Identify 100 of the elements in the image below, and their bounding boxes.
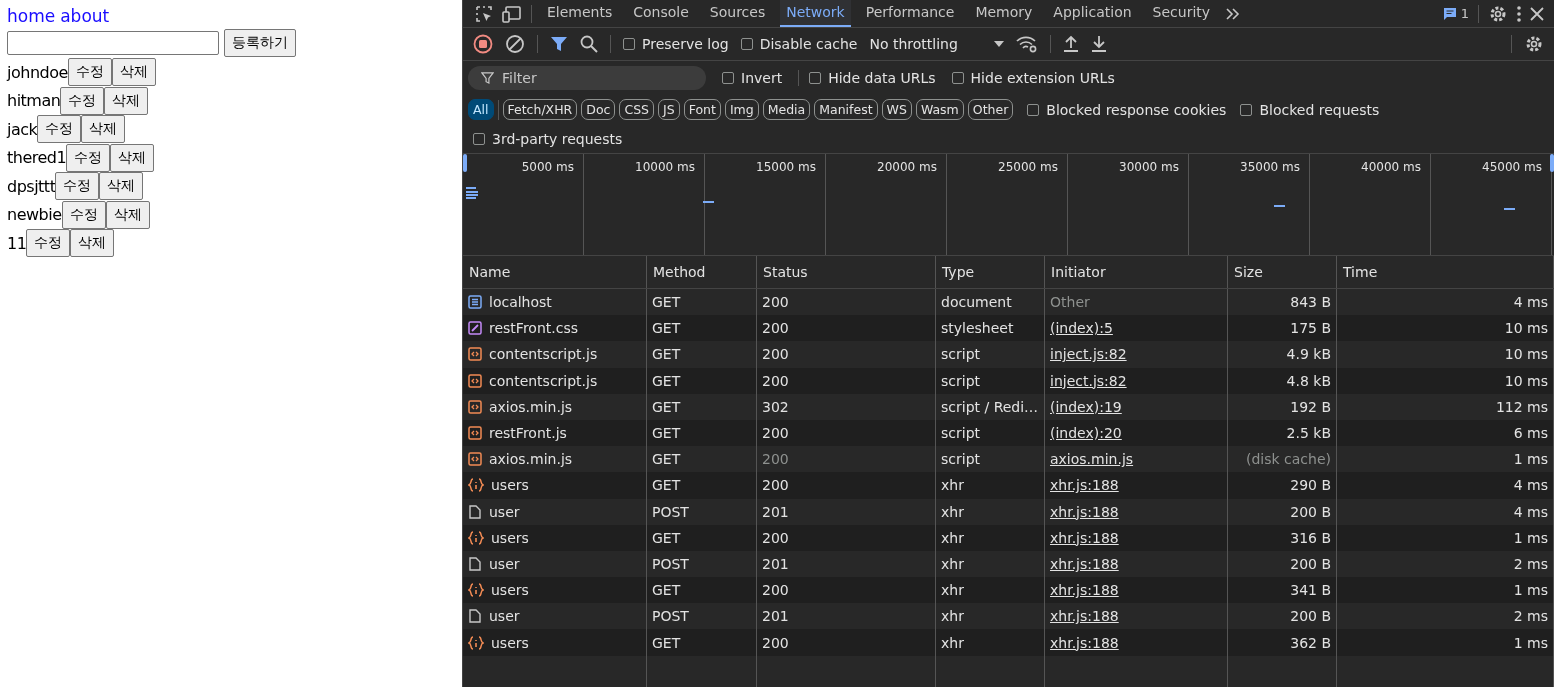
checkbox[interactable] [951, 71, 964, 84]
type-filter-chip[interactable]: CSS [619, 99, 655, 120]
edit-button[interactable]: 수정 [55, 172, 100, 201]
initiator-link[interactable]: xhr.js:188 [1050, 608, 1119, 625]
checkbox[interactable] [1027, 103, 1040, 116]
chevrons-icon[interactable] [1225, 6, 1242, 21]
initiator-link[interactable]: xhr.js:188 [1050, 529, 1119, 546]
filter-icon[interactable] [550, 35, 568, 53]
request-name[interactable]: contentscript.js [489, 372, 598, 389]
request-name[interactable]: users [491, 529, 529, 546]
column-header[interactable]: Type [936, 256, 1045, 288]
column-header[interactable]: Time [1337, 256, 1554, 288]
column-header[interactable]: Initiator [1045, 256, 1228, 288]
request-name[interactable]: user [489, 555, 520, 572]
checkbox[interactable] [473, 133, 485, 145]
type-filter-chip[interactable]: WS [881, 99, 912, 120]
network-conditions-icon[interactable] [1015, 35, 1038, 53]
initiator-link[interactable]: axios.min.js [1050, 451, 1134, 468]
request-name[interactable]: restFront.css [489, 320, 578, 337]
delete-button[interactable]: 삭제 [110, 143, 155, 172]
delete-button[interactable]: 삭제 [105, 200, 150, 229]
request-name[interactable]: axios.min.js [489, 398, 573, 415]
checkbox[interactable] [623, 38, 635, 50]
checkbox[interactable] [809, 71, 822, 84]
issues-counter[interactable]: 1 [1442, 6, 1469, 21]
checkbox[interactable] [740, 38, 753, 50]
initiator-link[interactable]: xhr.js:188 [1050, 634, 1119, 651]
type-filter-chip[interactable]: Doc [581, 99, 616, 120]
edit-button[interactable]: 수정 [26, 229, 71, 258]
edit-button[interactable]: 수정 [66, 143, 111, 172]
inspect-icon[interactable] [475, 4, 493, 23]
initiator-link[interactable]: (index):20 [1050, 425, 1122, 442]
type-filter-chip[interactable]: Font [683, 99, 721, 120]
request-name[interactable]: restFront.js [489, 425, 567, 442]
register-button[interactable]: 등록하기 [224, 29, 296, 57]
column-header[interactable]: Size [1228, 256, 1337, 288]
more-options-icon[interactable] [1517, 5, 1521, 22]
nav-link[interactable]: home [7, 5, 56, 26]
initiator-link[interactable]: inject.js:82 [1050, 346, 1127, 363]
type-filter-chip[interactable]: JS [658, 99, 680, 120]
edit-button[interactable]: 수정 [61, 200, 106, 229]
panel-tab[interactable]: Network [780, 0, 851, 27]
request-name[interactable]: user [489, 608, 520, 625]
request-name[interactable]: localhost [489, 294, 552, 311]
edit-button[interactable]: 수정 [37, 115, 82, 144]
download-icon[interactable] [1090, 35, 1107, 53]
initiator-link[interactable]: xhr.js:188 [1050, 477, 1119, 494]
panel-tab[interactable]: Application [1047, 0, 1138, 27]
device-toolbar-icon[interactable] [502, 4, 522, 23]
edit-button[interactable]: 수정 [60, 86, 105, 115]
time-cell: 1 ms [1337, 629, 1554, 656]
panel-tab[interactable]: Sources [703, 0, 772, 27]
search-icon[interactable] [580, 35, 598, 53]
record-icon[interactable] [473, 34, 493, 54]
column-header[interactable]: Method [647, 256, 757, 288]
initiator-link[interactable]: xhr.js:188 [1050, 555, 1119, 572]
delete-button[interactable]: 삭제 [70, 229, 115, 258]
type-filter-chip[interactable]: Wasm [915, 99, 964, 120]
range-handle[interactable] [463, 154, 467, 172]
initiator-link[interactable]: inject.js:82 [1050, 372, 1127, 389]
panel-tab[interactable]: Elements [541, 0, 619, 27]
initiator-link[interactable]: xhr.js:188 [1050, 582, 1119, 599]
range-handle[interactable] [1550, 154, 1554, 172]
panel-tab[interactable]: Memory [969, 0, 1039, 27]
settings-icon[interactable] [1524, 34, 1544, 54]
request-name[interactable]: user [489, 503, 520, 520]
panel-tab[interactable]: Performance [859, 0, 961, 27]
checkbox[interactable] [1240, 103, 1253, 116]
type-filter-chip[interactable]: All [468, 99, 494, 120]
delete-button[interactable]: 삭제 [99, 172, 144, 201]
initiator-link[interactable]: (index):5 [1050, 320, 1113, 337]
delete-button[interactable]: 삭제 [81, 115, 126, 144]
request-name[interactable]: axios.min.js [489, 451, 573, 468]
column-header[interactable]: Status [757, 256, 936, 288]
upload-icon[interactable] [1062, 35, 1079, 53]
delete-button[interactable]: 삭제 [111, 58, 156, 87]
column-header[interactable]: Name [463, 256, 647, 288]
edit-button[interactable]: 수정 [67, 58, 112, 87]
request-name[interactable]: users [491, 582, 529, 599]
type-filter-chip[interactable]: Fetch/XHR [502, 99, 578, 120]
request-name[interactable]: users [491, 634, 529, 651]
name-input[interactable] [7, 31, 219, 55]
type-filter-chip[interactable]: Img [724, 99, 759, 120]
checkbox[interactable] [722, 71, 734, 84]
throttling-dropdown[interactable]: No throttling [869, 36, 1004, 52]
request-name[interactable]: contentscript.js [489, 346, 598, 363]
filter-field[interactable]: Filter [468, 65, 706, 90]
panel-tab[interactable]: Security [1146, 0, 1217, 27]
panel-tab[interactable]: Console [627, 0, 695, 27]
clear-icon[interactable] [505, 34, 525, 54]
nav-link[interactable]: about [60, 5, 110, 26]
request-name[interactable]: users [491, 477, 529, 494]
timeline-overview[interactable]: 5000 ms 10000 ms 15000 ms 20000 ms 25000 ms 30000 ms 35000 ms 40000 ms 45000 ms [463, 153, 1554, 256]
initiator-link[interactable]: xhr.js:188 [1050, 503, 1119, 520]
initiator-link[interactable]: (index):19 [1050, 398, 1122, 415]
type-filter-chip[interactable]: Manifest [814, 99, 878, 120]
close-icon[interactable] [1530, 6, 1544, 21]
type-filter-chip[interactable]: Media [762, 99, 811, 120]
delete-button[interactable]: 삭제 [104, 86, 149, 115]
type-filter-chip[interactable]: Other [967, 99, 1014, 120]
